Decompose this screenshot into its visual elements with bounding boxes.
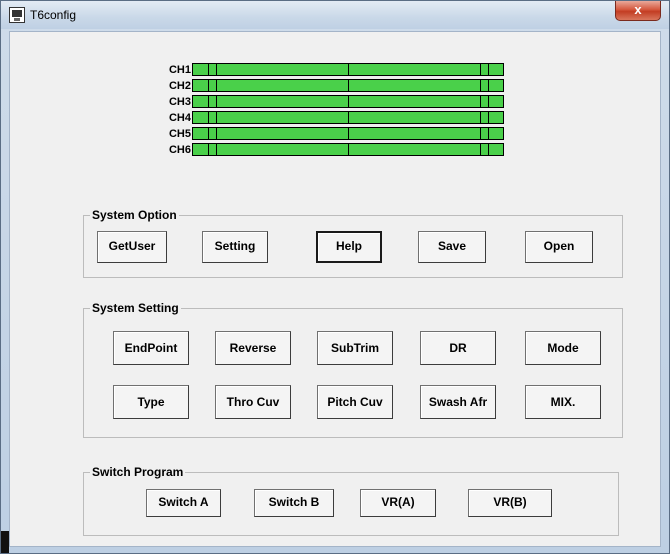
open-button[interactable]: Open <box>525 231 593 263</box>
dr-button[interactable]: DR <box>420 331 496 365</box>
channel-bar-ch2 <box>192 79 504 92</box>
system-setting-title: System Setting <box>90 301 181 315</box>
channel-label-ch4: CH4 <box>168 112 191 124</box>
vr-a-button[interactable]: VR(A) <box>360 489 436 517</box>
subtrim-button[interactable]: SubTrim <box>317 331 393 365</box>
switch-b-button[interactable]: Switch B <box>254 489 334 517</box>
system-setting-group: System Setting EndPoint Reverse SubTrim … <box>83 301 623 438</box>
pitch-cuv-button[interactable]: Pitch Cuv <box>317 385 393 419</box>
switch-program-title: Switch Program <box>90 465 186 479</box>
channel-label-ch5: CH5 <box>168 128 191 140</box>
mix-button[interactable]: MIX. <box>525 385 601 419</box>
endpoint-button[interactable]: EndPoint <box>113 331 189 365</box>
reverse-button[interactable]: Reverse <box>215 331 291 365</box>
title-bar[interactable]: T6config x <box>1 1 669 29</box>
switch-program-group: Switch Program Switch A Switch B VR(A) V… <box>83 465 619 536</box>
channel-bar-ch1 <box>192 63 504 76</box>
switch-a-button[interactable]: Switch A <box>146 489 221 517</box>
close-button[interactable]: x <box>615 1 661 21</box>
channel-bar-ch3 <box>192 95 504 108</box>
thro-cuv-button[interactable]: Thro Cuv <box>215 385 291 419</box>
channel-bar-ch5 <box>192 127 504 140</box>
vr-b-button[interactable]: VR(B) <box>468 489 552 517</box>
getuser-button[interactable]: GetUser <box>97 231 167 263</box>
help-button[interactable]: Help <box>316 231 382 263</box>
system-option-group: System Option GetUser Setting Help Save … <box>83 208 623 278</box>
taskbar-edge <box>1 531 9 553</box>
channel-label-ch6: CH6 <box>168 144 191 156</box>
channel-label-ch1: CH1 <box>168 64 191 76</box>
save-button[interactable]: Save <box>418 231 486 263</box>
channel-label-ch3: CH3 <box>168 96 191 108</box>
client-area: CH1 CH2 CH3 CH4 CH5 CH6 System Option Ge… <box>9 31 661 547</box>
swash-afr-button[interactable]: Swash Afr <box>420 385 496 419</box>
channel-bar-ch4 <box>192 111 504 124</box>
setting-button[interactable]: Setting <box>202 231 268 263</box>
window-title: T6config <box>30 8 77 22</box>
app-icon <box>9 7 25 23</box>
channel-bar-ch6 <box>192 143 504 156</box>
channel-label-ch2: CH2 <box>168 80 191 92</box>
type-button[interactable]: Type <box>113 385 189 419</box>
app-window: T6config x CH1 CH2 CH3 CH4 CH5 CH6 Syste… <box>0 0 670 554</box>
system-option-title: System Option <box>90 208 179 222</box>
mode-button[interactable]: Mode <box>525 331 601 365</box>
